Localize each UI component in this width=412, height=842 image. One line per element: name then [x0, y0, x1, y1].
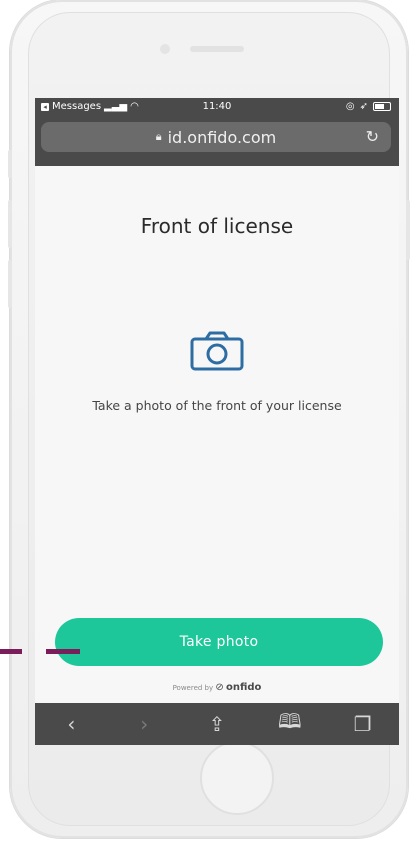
bookmarks-icon[interactable]: 🕮︎: [270, 707, 310, 741]
reload-icon[interactable]: ↻: [366, 127, 379, 146]
side-key: [8, 150, 12, 178]
volume-up-key: [8, 200, 12, 248]
callout-line: [46, 649, 80, 654]
battery-icon: [373, 102, 391, 111]
home-button[interactable]: [200, 741, 274, 815]
page-title: Front of license: [140, 214, 294, 238]
take-photo-button[interactable]: Take photo: [55, 618, 383, 666]
powered-by: Powered by ⊘ onfido: [35, 682, 399, 693]
onfido-logo-icon: ⊘: [215, 682, 224, 693]
volume-down-key: [8, 260, 12, 308]
instruction-text: Take a photo of the front of your licens…: [92, 398, 342, 413]
url-text[interactable]: id.onfido.com: [168, 128, 277, 147]
share-icon[interactable]: ⇪: [197, 712, 237, 736]
brand-name: onfido: [226, 682, 262, 693]
location-icon: ➶: [359, 101, 368, 112]
power-key: [406, 200, 410, 260]
camera-icon: [190, 331, 244, 371]
tabs-icon[interactable]: ❐: [343, 712, 383, 736]
status-time: 11:40: [202, 101, 232, 112]
browser-toolbar: ‹ › ⇪ 🕮︎ ❐: [35, 703, 399, 745]
status-bar: ◂ Messages ▂▃▅ ◠ 11:40 ◎ ➶: [35, 98, 399, 116]
earpiece-speaker: [190, 46, 244, 52]
browser-header: 🔒︎ id.onfido.com ↻: [35, 116, 399, 166]
status-right: ◎ ➶: [346, 101, 391, 112]
phone-screen: ◂ Messages ▂▃▅ ◠ 11:40 ◎ ➶ 🔒︎ id.onfido.…: [35, 98, 399, 745]
powered-by-label: Powered by: [172, 684, 214, 692]
address-bar[interactable]: 🔒︎ id.onfido.com ↻: [41, 122, 391, 152]
front-camera: [160, 44, 170, 54]
back-arrow-icon[interactable]: ‹: [51, 712, 91, 736]
lock-icon: 🔒︎: [155, 130, 162, 143]
forward-arrow-icon[interactable]: ›: [124, 712, 164, 736]
callout-line: [0, 649, 22, 654]
orientation-lock-icon: ◎: [345, 101, 355, 112]
